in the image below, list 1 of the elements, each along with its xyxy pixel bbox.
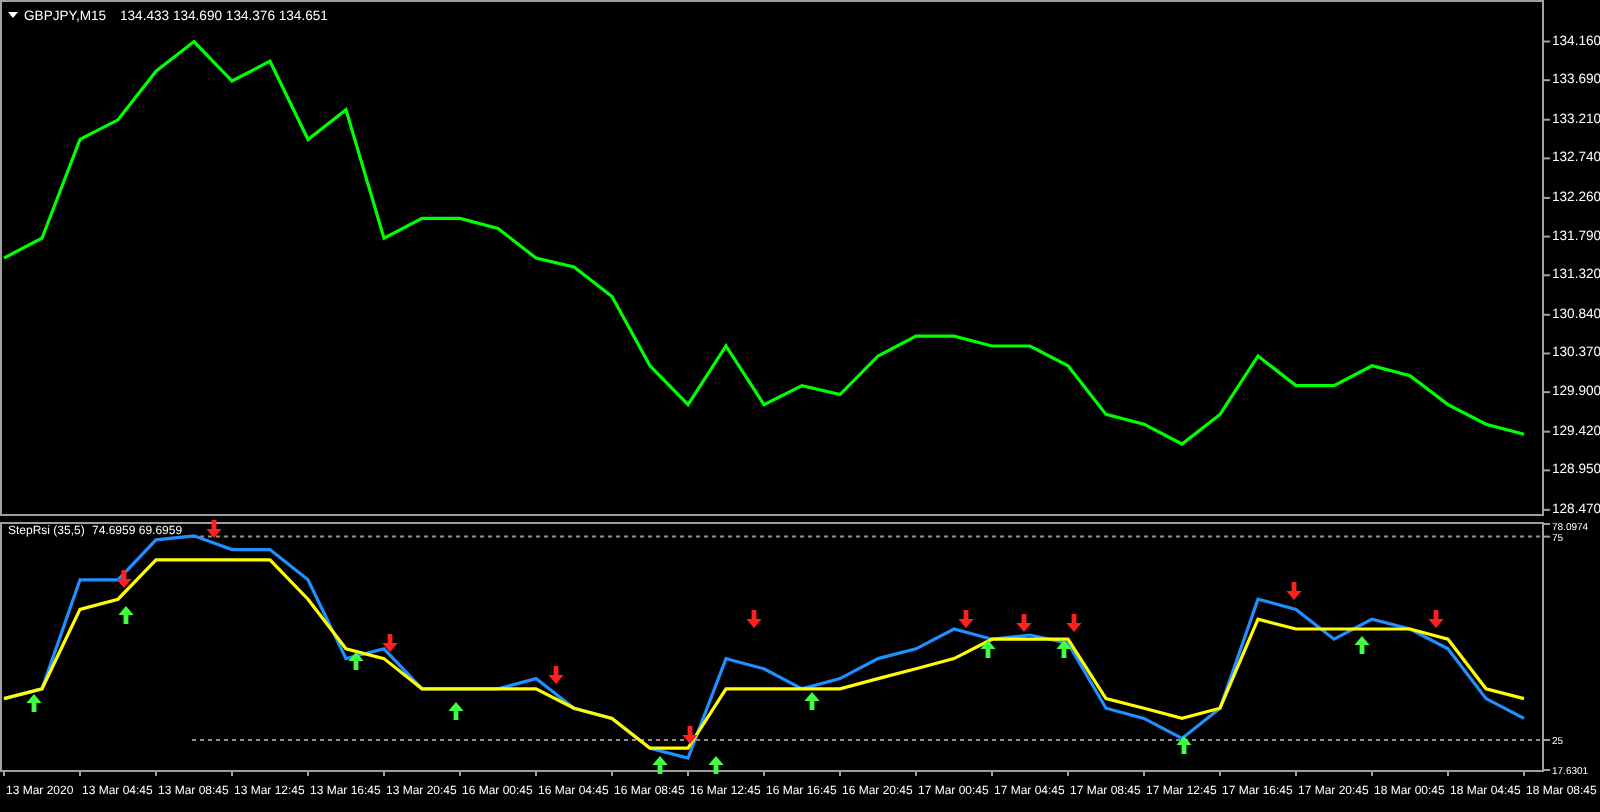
- dropdown-icon[interactable]: [8, 12, 18, 18]
